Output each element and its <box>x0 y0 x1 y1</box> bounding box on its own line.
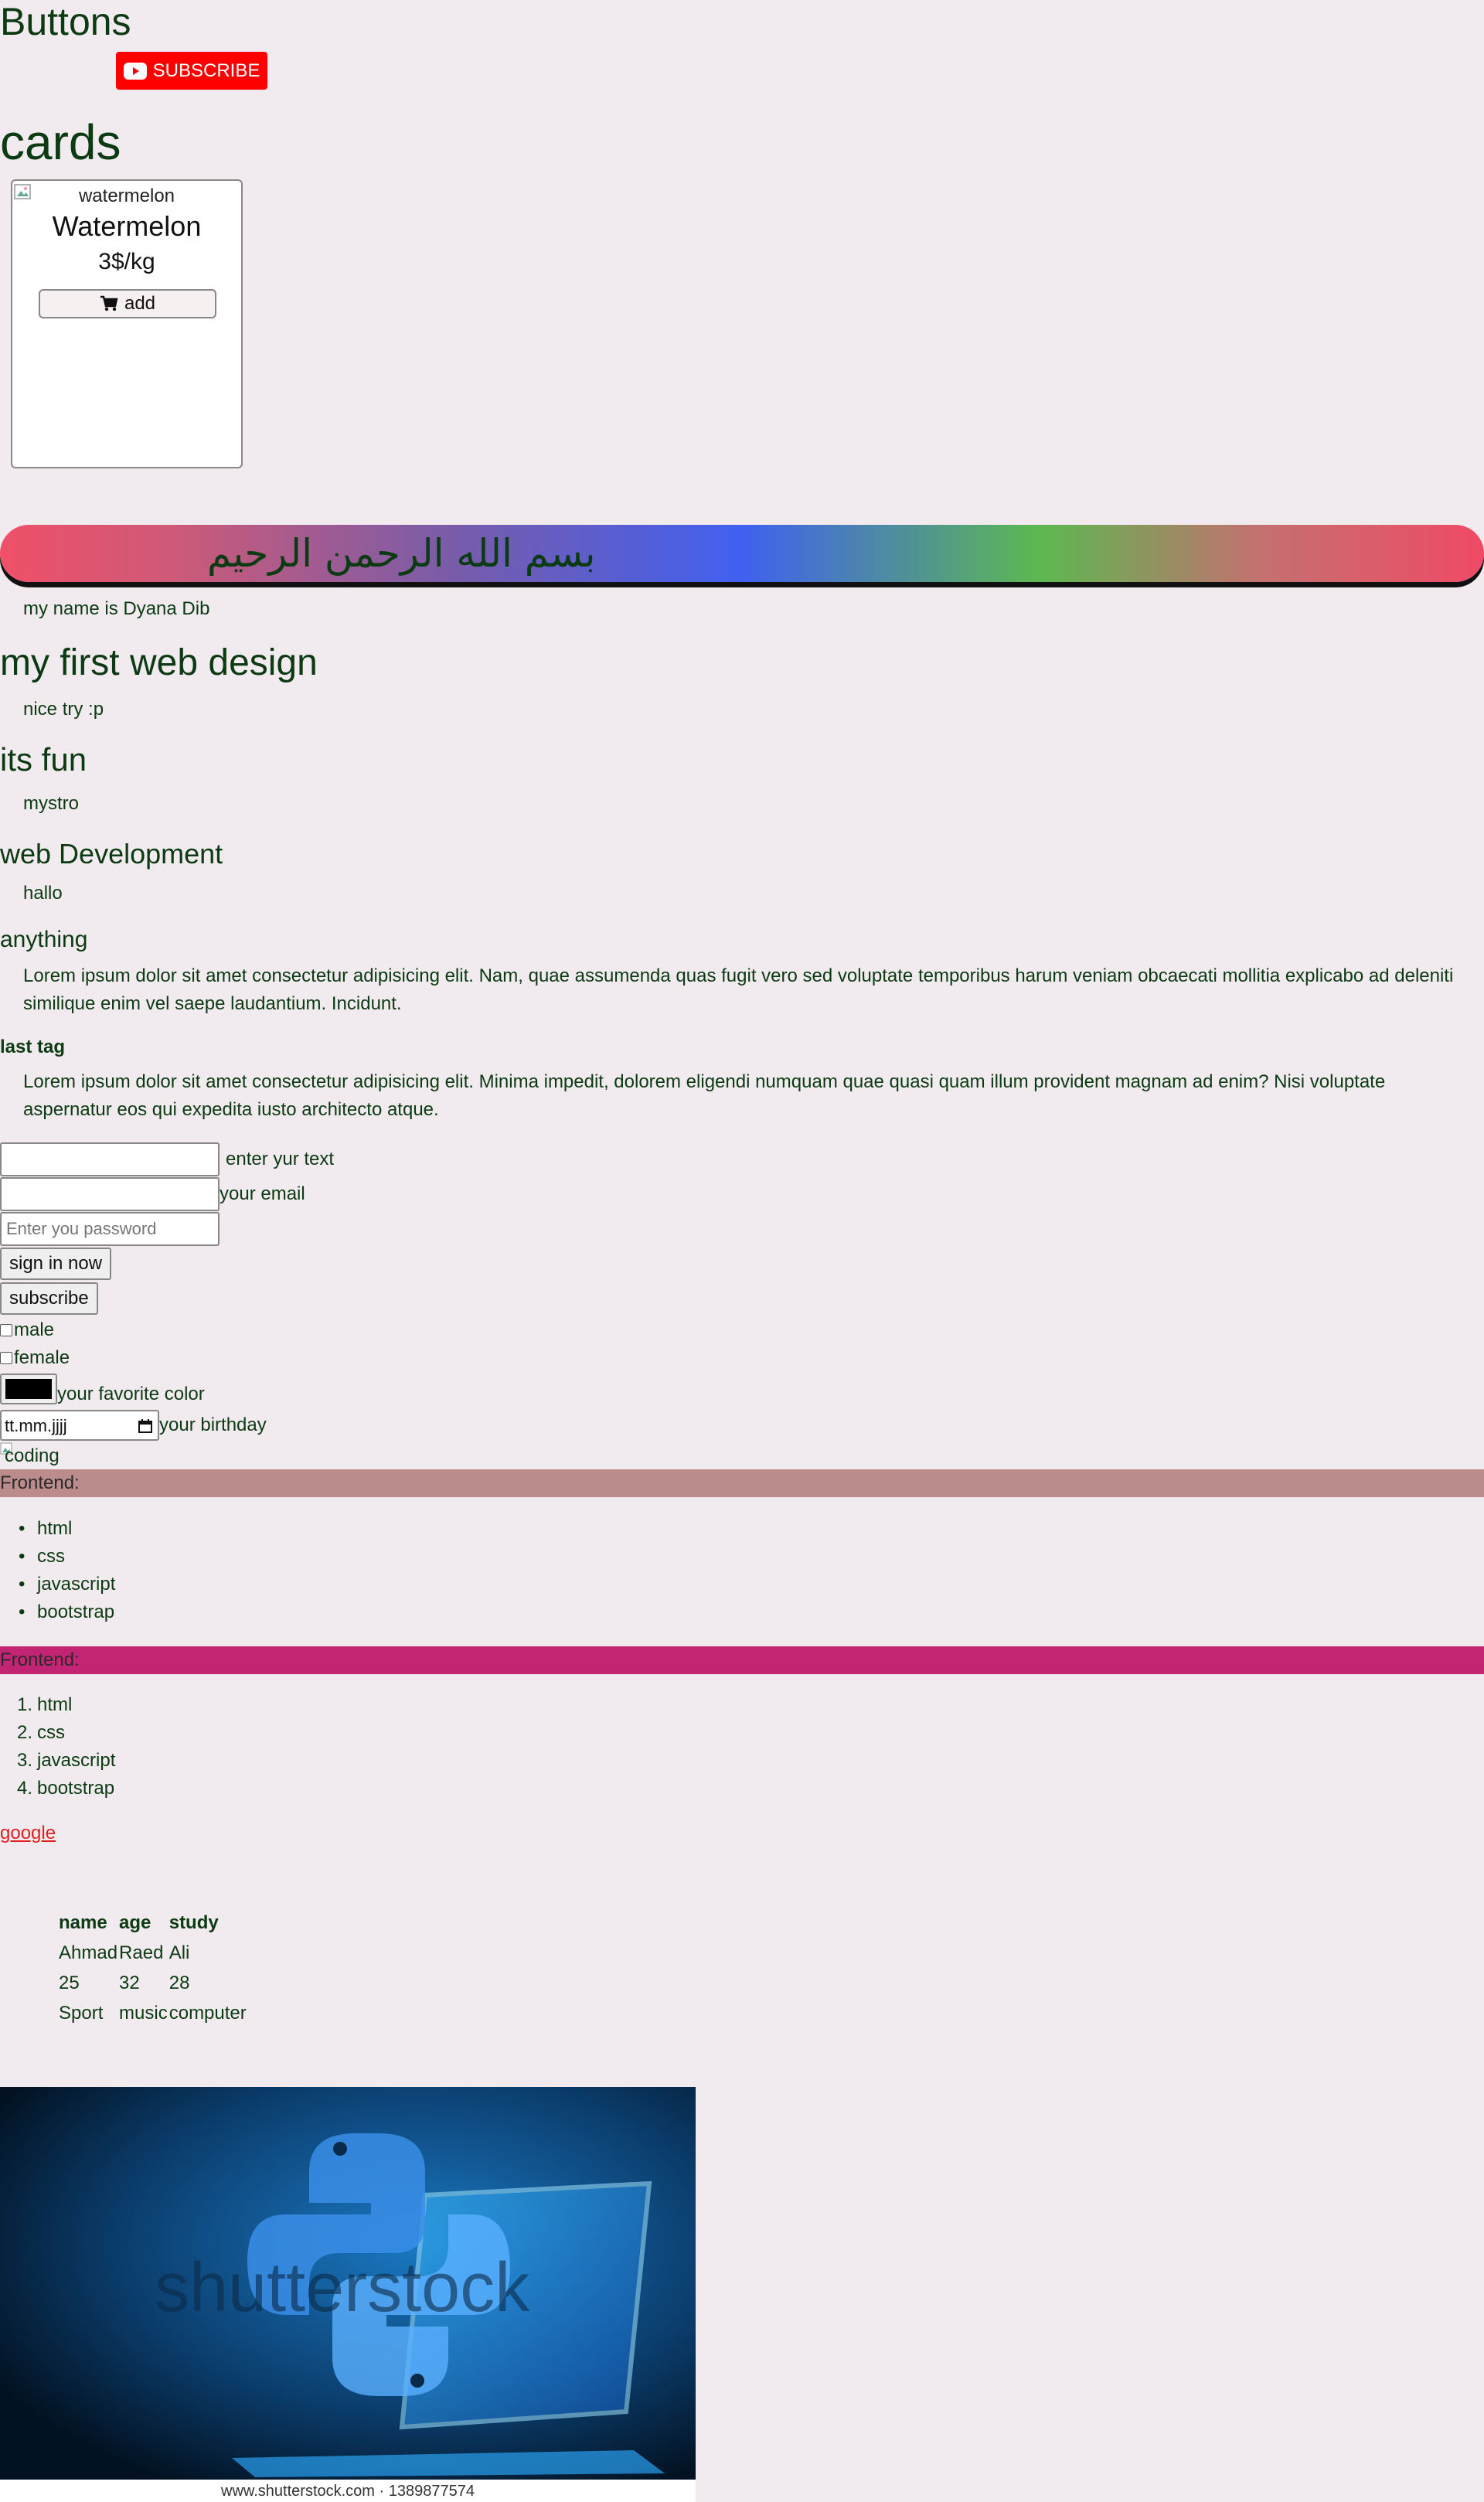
product-card: watermelon Watermelon 3$/kg add <box>11 179 243 468</box>
cart-icon <box>100 295 118 311</box>
buttons-section-title: Buttons <box>0 0 131 43</box>
heading-web-development: web Development <box>0 838 223 870</box>
list-item-label: css <box>37 1722 65 1743</box>
list-item: css <box>37 1543 115 1571</box>
female-label: female <box>14 1347 70 1368</box>
list-number: 1. <box>17 1694 33 1715</box>
list-number: 3. <box>17 1750 33 1771</box>
table-header-cell: study <box>168 1911 219 1933</box>
list-number: 2. <box>17 1722 33 1743</box>
ordered-list: 1. html 2. css 3. javascript 4. bootstrap <box>17 1691 116 1802</box>
male-checkbox[interactable] <box>0 1324 12 1336</box>
heading-its-fun: its fun <box>0 741 87 778</box>
cards-section-title: cards <box>0 114 121 170</box>
table-cell: 32 <box>119 1972 140 1993</box>
email-input[interactable] <box>0 1177 220 1211</box>
banner-arabic-text: بسم الله الرحمن الرحيم <box>207 531 596 576</box>
lorem-1-line-1: Lorem ipsum dolor sit amet consectetur a… <box>23 965 1454 986</box>
password-input[interactable]: Enter you password <box>0 1212 220 1246</box>
subscribe-label: SUBSCRIBE <box>152 60 260 81</box>
list-item-label: javascript <box>37 1750 116 1771</box>
heading-first-web-design: my first web design <box>0 642 318 683</box>
ordered-list-title: Frontend: <box>0 1646 1484 1674</box>
color-swatch <box>5 1379 52 1399</box>
lorem-2-line-2: aspernatur eos qui expedita iusto archit… <box>23 1099 439 1120</box>
subscribe-form-button[interactable]: subscribe <box>0 1282 98 1315</box>
name-paragraph: my name is Dyana Dib <box>23 598 210 619</box>
table-cell: 25 <box>59 1972 80 1993</box>
add-to-cart-button[interactable]: add <box>39 289 216 318</box>
list-item: javascript <box>37 1571 115 1598</box>
add-label: add <box>124 293 156 314</box>
text-input-label: enter yur text <box>226 1149 335 1169</box>
sign-in-button[interactable]: sign in now <box>0 1248 112 1280</box>
table-cell: computer <box>168 2002 247 2024</box>
card-title: Watermelon <box>52 210 202 242</box>
paragraph-hallo: hallo <box>23 883 63 904</box>
heading-anything: anything <box>0 927 88 952</box>
table-row: 25 32 28 <box>59 1968 248 1998</box>
list-item-label: html <box>37 1694 73 1715</box>
python-laptop-image: shutterstock www.shutterstock.com · 1389… <box>0 2087 696 2502</box>
table-cell: Ahmad <box>59 1942 118 1963</box>
card-price: 3$/kg <box>98 249 155 274</box>
list-item: 2. css <box>17 1719 115 1747</box>
card-image-alt-text: watermelon <box>78 186 175 206</box>
table-cell: 28 <box>168 1972 190 1993</box>
coding-image-alt: coding <box>5 1445 60 1466</box>
list-item-label: bootstrap <box>37 1778 115 1799</box>
table-row: Ahmad Raed Ali <box>59 1938 248 1968</box>
heading-last-tag: last tag <box>0 1037 66 1057</box>
google-link[interactable]: google <box>0 1823 56 1844</box>
lorem-1-line-2: similique enim vel saepe laudantium. Inc… <box>23 993 402 1014</box>
lorem-paragraph-2: Lorem ipsum dolor sit amet consectetur a… <box>23 1068 1484 1124</box>
color-label: your favorite color <box>57 1384 205 1404</box>
youtube-subscribe-button[interactable]: SUBSCRIBE <box>116 52 267 90</box>
list-item: html <box>37 1515 115 1543</box>
list-item: 1. html <box>17 1691 115 1719</box>
list-item: 3. javascript <box>17 1747 116 1775</box>
date-value: tt.mm.jjjj <box>5 1416 67 1435</box>
birthday-date-input[interactable]: tt.mm.jjjj <box>0 1410 159 1441</box>
shutterstock-watermark: shutterstock <box>155 2249 530 2327</box>
table-cell: Raed <box>119 1942 164 1963</box>
image-caption: www.shutterstock.com · 1389877574 <box>220 2483 475 2500</box>
text-input[interactable] <box>0 1142 220 1176</box>
list-item: bootstrap <box>37 1598 115 1626</box>
color-picker[interactable] <box>0 1374 57 1404</box>
table-header-row: name age study <box>59 1908 248 1938</box>
paragraph-nice-try: nice try :p <box>23 699 104 720</box>
table-cell: music <box>119 2002 168 2024</box>
youtube-icon <box>123 62 147 80</box>
email-input-label: your email <box>220 1183 305 1204</box>
list-number: 4. <box>17 1778 33 1799</box>
unordered-list-title: Frontend: <box>0 1469 1484 1497</box>
gradient-banner: بسم الله الرحمن الرحيم <box>0 525 1484 582</box>
lorem-2-line-1: Lorem ipsum dolor sit amet consectetur a… <box>23 1071 1386 1092</box>
table-cell: Ali <box>168 1942 190 1963</box>
male-label: male <box>14 1319 55 1340</box>
unordered-list: html css javascript bootstrap <box>37 1515 115 1626</box>
female-checkbox[interactable] <box>0 1352 12 1364</box>
table-header-cell: name <box>59 1911 107 1933</box>
calendar-icon[interactable] <box>138 1418 153 1434</box>
lorem-paragraph-1: Lorem ipsum dolor sit amet consectetur a… <box>23 962 1484 1018</box>
list-item: 4. bootstrap <box>17 1775 115 1802</box>
table-cell: Sport <box>59 2002 104 2024</box>
table-header-cell: age <box>119 1911 151 1933</box>
paragraph-mystro: mystro <box>23 793 79 814</box>
birthday-label: your birthday <box>159 1414 267 1435</box>
data-table: name age study Ahmad Raed Ali 25 32 28 S… <box>59 1908 248 2028</box>
table-row: Sport music computer <box>59 1998 248 2028</box>
